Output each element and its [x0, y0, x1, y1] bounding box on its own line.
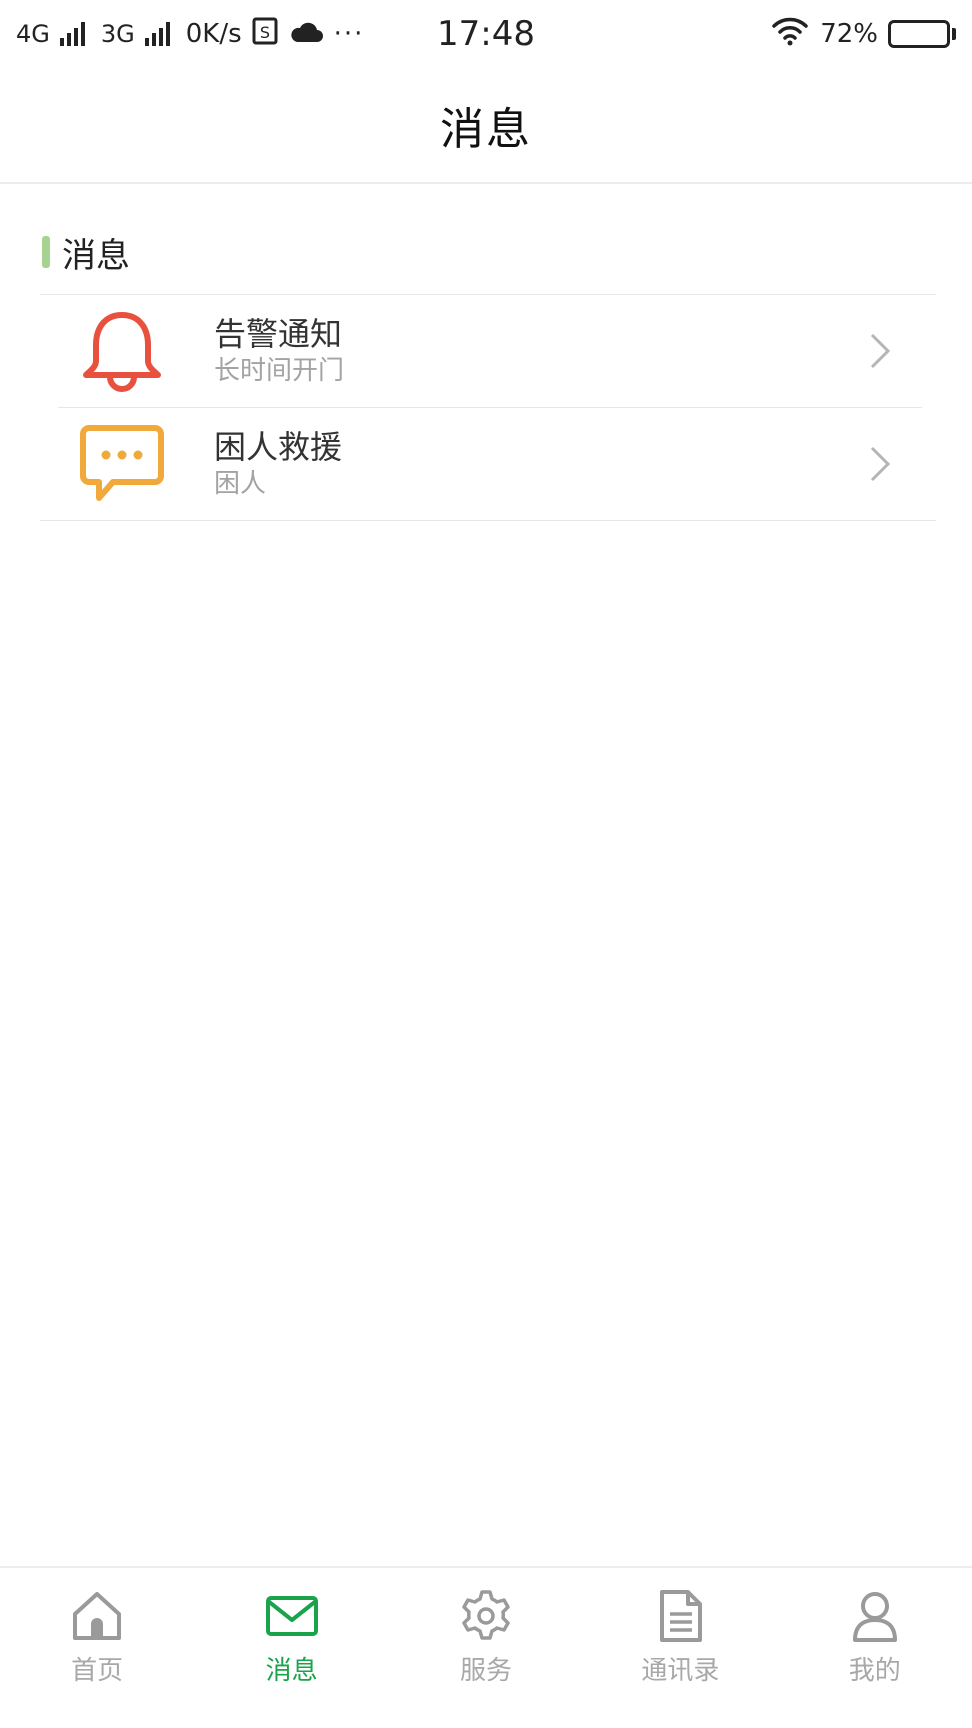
signal-icon: [144, 22, 170, 46]
signal-icon: [59, 22, 85, 46]
document-icon: [650, 1586, 710, 1646]
network-label-4g: 4G: [16, 20, 50, 48]
message-subtitle: 困人: [214, 469, 267, 499]
chat-bubble-icon: [78, 420, 166, 508]
section-title: 消息: [62, 235, 130, 276]
message-text: 困人救援 困人: [214, 427, 342, 501]
network-label-3g: 3G: [100, 20, 135, 48]
user-icon: [845, 1586, 905, 1646]
gear-icon: [456, 1586, 516, 1646]
message-list: 告警通知 长时间开门 困人救援 困人: [40, 294, 936, 521]
status-right: 72%: [770, 16, 956, 53]
tab-label: 我的: [848, 1656, 901, 1686]
more-icon: ···: [333, 19, 365, 49]
mail-icon: [262, 1586, 322, 1646]
chevron-right-icon: [870, 446, 891, 482]
app-header: 消息: [0, 68, 972, 184]
network-speed: 0K/s: [185, 19, 242, 49]
tab-contacts[interactable]: 通讯录: [605, 1586, 755, 1687]
section-accent-bar: [42, 236, 50, 268]
tab-label: 首页: [71, 1656, 124, 1686]
status-bar: 4G 3G 0K/s S ··· 17:48 72%: [0, 0, 972, 68]
message-item-rescue[interactable]: 困人救援 困人: [40, 408, 936, 520]
bell-icon: [78, 307, 166, 395]
tab-services[interactable]: 服务: [411, 1586, 561, 1687]
list-divider: [40, 520, 936, 521]
sim-icon: S: [252, 17, 278, 52]
message-subtitle: 长时间开门: [214, 356, 345, 386]
message-title: 告警通知: [214, 315, 343, 353]
bottom-tab-bar: 首页 消息 服务 通讯录 我的: [0, 1566, 972, 1728]
section-header: 消息: [42, 230, 130, 276]
message-title: 困人救援: [214, 428, 343, 466]
tab-home[interactable]: 首页: [22, 1586, 172, 1687]
message-item-alarm[interactable]: 告警通知 长时间开门: [40, 295, 936, 407]
tab-profile[interactable]: 我的: [800, 1586, 950, 1687]
home-icon: [67, 1586, 127, 1646]
tab-label: 通讯录: [641, 1656, 720, 1686]
chevron-right-icon: [870, 333, 891, 369]
tab-label: 消息: [265, 1656, 318, 1686]
status-left: 4G 3G 0K/s S ···: [16, 17, 364, 52]
tab-messages[interactable]: 消息: [217, 1586, 367, 1687]
svg-text:S: S: [260, 23, 270, 42]
tab-label: 服务: [459, 1656, 512, 1686]
message-text: 告警通知 长时间开门: [214, 314, 344, 388]
page-title: 消息: [440, 104, 532, 155]
battery-percent: 72%: [820, 19, 878, 49]
app-screen: 4G 3G 0K/s S ··· 17:48 72% 消息 消息 告警通知 长时…: [0, 0, 972, 1728]
battery-icon: [888, 20, 956, 48]
wifi-icon: [770, 16, 810, 53]
cloud-icon: [288, 18, 324, 51]
